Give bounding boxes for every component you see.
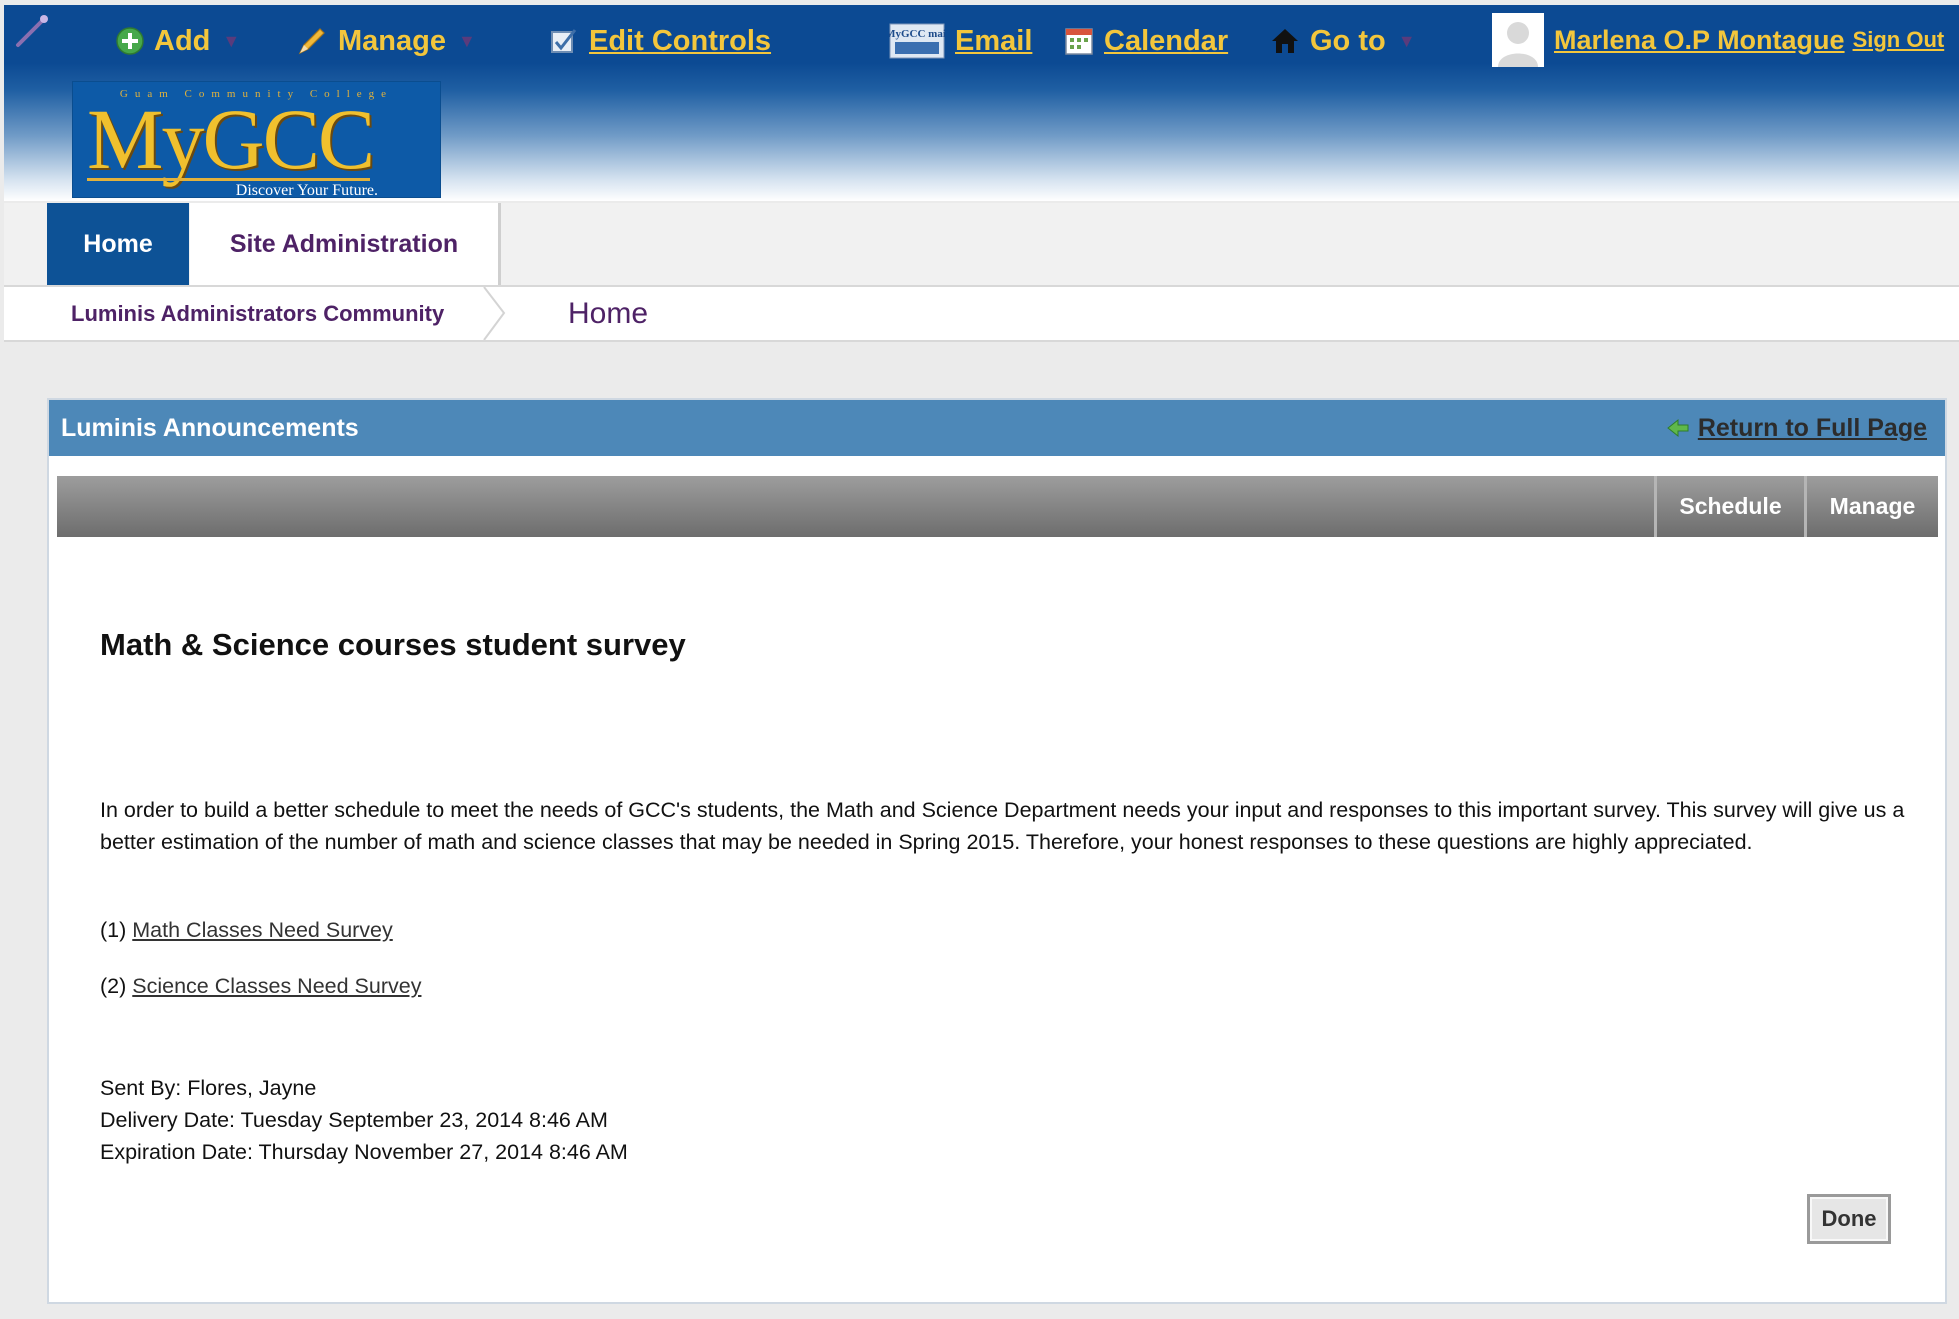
email-link[interactable]: MyGCC mail Email [889, 19, 1032, 63]
email-icon: MyGCC mail [889, 23, 945, 59]
checkbox-icon [549, 26, 579, 56]
portlet-title: Luminis Announcements [61, 413, 359, 442]
calendar-label[interactable]: Calendar [1104, 25, 1228, 58]
survey-link-row: (1) Math Classes Need Survey [100, 918, 393, 943]
tab-site-administration[interactable]: Site Administration [190, 203, 501, 285]
science-survey-link[interactable]: Science Classes Need Survey [132, 974, 421, 998]
logo-tagline: Discover Your Future. [235, 182, 378, 199]
calendar-icon [1064, 26, 1094, 56]
sign-out-link[interactable]: Sign Out [1853, 27, 1945, 53]
manage-button[interactable]: Manage [1804, 476, 1938, 537]
wand-icon[interactable] [12, 13, 54, 49]
add-label: Add [154, 24, 211, 57]
logo-rule [87, 178, 370, 181]
pencil-icon [296, 25, 328, 57]
breadcrumb-community[interactable]: Luminis Administrators Community [71, 287, 444, 340]
goto-label: Go to [1310, 24, 1386, 57]
email-label[interactable]: Email [955, 25, 1032, 58]
logo-brand-text: MyGCC [87, 91, 375, 187]
chevron-down-icon: ▼ [457, 30, 476, 51]
breadcrumb-separator-icon [483, 287, 506, 340]
schedule-button[interactable]: Schedule [1654, 476, 1804, 537]
math-survey-link[interactable]: Math Classes Need Survey [132, 918, 393, 942]
manage-label: Manage [338, 24, 446, 57]
return-label: Return to Full Page [1697, 413, 1927, 442]
done-button[interactable]: Done [1807, 1194, 1891, 1244]
breadcrumb-current-page: Home [568, 296, 649, 330]
add-menu[interactable]: Add ▼ [116, 19, 240, 63]
svg-text:MyGCC mail: MyGCC mail [889, 28, 945, 40]
main-tabs: Home Site Administration [4, 203, 1959, 285]
tab-home[interactable]: Home [47, 203, 189, 285]
back-arrow-icon [1666, 418, 1690, 438]
goto-menu[interactable]: Go to ▼ [1270, 19, 1416, 63]
delivery-date: Delivery Date: Tuesday September 23, 201… [100, 1108, 608, 1132]
chevron-down-icon: ▼ [222, 30, 241, 51]
survey-link-row: (2) Science Classes Need Survey [100, 974, 421, 999]
plus-circle-icon [116, 27, 144, 55]
portlet-header: Luminis Announcements Return to Full Pag… [49, 400, 1945, 456]
calendar-link[interactable]: Calendar [1064, 19, 1228, 63]
survey-link-prefix: (1) [100, 918, 127, 942]
edit-controls-link[interactable]: Edit Controls [549, 19, 771, 63]
breadcrumb: Luminis Administrators Community Home [4, 285, 1959, 342]
portlet-toolbar: Schedule Manage [57, 476, 1938, 537]
survey-link-prefix: (2) [100, 974, 127, 998]
announcements-portlet: Luminis Announcements Return to Full Pag… [47, 398, 1947, 1304]
home-icon [1270, 26, 1300, 56]
announcement-meta: Sent By: Flores, Jayne Delivery Date: Tu… [100, 1072, 628, 1168]
user-menu[interactable]: Marlena O.P Montague Sign Out [1492, 11, 1944, 69]
manage-menu[interactable]: Manage ▼ [296, 19, 476, 63]
mygcc-logo[interactable]: Guam Community College MyGCC Discover Yo… [72, 81, 441, 199]
user-name-link[interactable]: Marlena O.P Montague [1554, 25, 1845, 56]
announcement-title: Math & Science courses student survey [100, 627, 686, 662]
avatar[interactable] [1492, 13, 1544, 67]
edit-controls-label[interactable]: Edit Controls [589, 25, 771, 58]
sent-by: Sent By: Flores, Jayne [100, 1076, 317, 1100]
expiration-date: Expiration Date: Thursday November 27, 2… [100, 1140, 628, 1164]
announcement-body: In order to build a better schedule to m… [100, 798, 1905, 854]
return-to-full-page-link[interactable]: Return to Full Page [1666, 400, 1927, 456]
site-header: Add ▼ Manage ▼ Edit Controls MyGCC mail … [4, 5, 1959, 201]
chevron-down-icon: ▼ [1397, 30, 1416, 51]
